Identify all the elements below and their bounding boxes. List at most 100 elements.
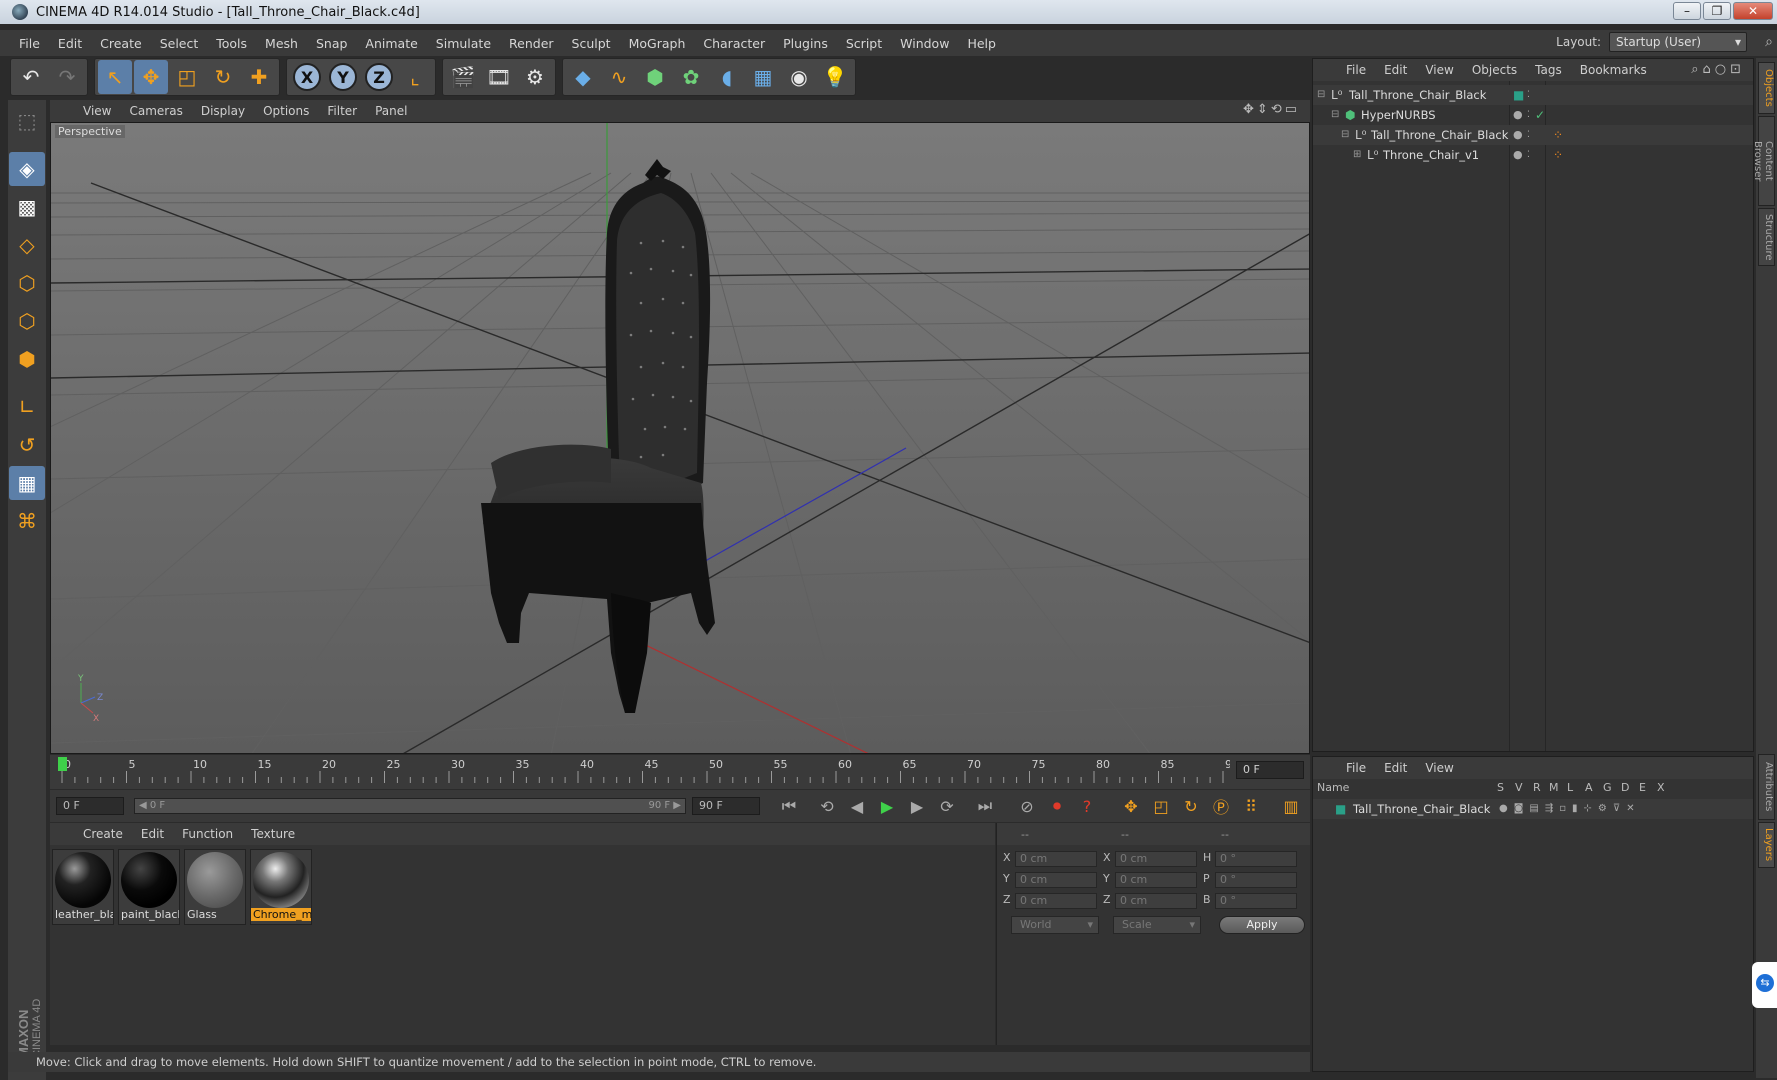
close-button[interactable]: ✕ — [1733, 2, 1773, 20]
menu-help[interactable]: Help — [958, 36, 1005, 51]
collapse-icon[interactable]: ⊟ — [1317, 85, 1325, 105]
keyframe-selection-icon[interactable]: ? — [1074, 793, 1100, 819]
menu-mograph[interactable]: MoGraph — [620, 36, 695, 51]
editor-visibility-dot[interactable]: ● — [1513, 105, 1523, 125]
layers-menu-view[interactable]: View — [1416, 761, 1462, 775]
deformer-icon[interactable]: ◖ — [710, 60, 744, 94]
step-forward-icon[interactable]: ▶ — [904, 793, 930, 819]
objects-menu-tags[interactable]: Tags — [1526, 63, 1571, 77]
objects-menu-file[interactable]: File — [1337, 63, 1375, 77]
recent-tools-icon[interactable]: ✚ — [242, 60, 276, 94]
make-editable-icon[interactable]: ⬚ — [9, 104, 45, 138]
rotation-b-field[interactable]: 0 ° — [1215, 893, 1297, 909]
menu-snap[interactable]: Snap — [307, 36, 356, 51]
record-position-icon[interactable]: ✥ — [1118, 793, 1144, 819]
material-menu-function[interactable]: Function — [173, 827, 242, 841]
visibility-dots-icon[interactable]: ⁚ — [1527, 105, 1530, 125]
model-mode-icon[interactable]: ◈ — [9, 152, 45, 186]
viewport-menu-panel[interactable]: Panel — [366, 104, 416, 118]
size-z-field[interactable]: 0 cm — [1115, 893, 1197, 909]
render-settings-icon[interactable]: ⚙ — [518, 60, 552, 94]
axis-x-lock-button[interactable]: X — [290, 60, 324, 94]
editor-visibility-dot[interactable]: ● — [1513, 125, 1523, 145]
material-tag-icon[interactable]: ⁘ — [1553, 145, 1563, 165]
edges-mode-icon[interactable]: ⬡ — [9, 304, 45, 338]
layers-menu-edit[interactable]: Edit — [1375, 761, 1416, 775]
menu-script[interactable]: Script — [837, 36, 891, 51]
size-x-field[interactable]: 0 cm — [1115, 851, 1197, 867]
material-swatch[interactable]: leather_bla — [52, 849, 114, 925]
playhead-marker[interactable] — [58, 757, 67, 771]
goto-prev-key-icon[interactable]: ⟲ — [814, 793, 840, 819]
rotation-p-field[interactable]: 0 ° — [1215, 872, 1297, 888]
size-y-field[interactable]: 0 cm — [1115, 872, 1197, 888]
object-tree-row[interactable]: ⊟ L⁰ Tall_Throne_Chair_Black ● ⁚ ⁘ — [1313, 125, 1753, 145]
goto-end-icon[interactable]: ⏭ — [972, 793, 998, 819]
menu-character[interactable]: Character — [694, 36, 774, 51]
menu-tools[interactable]: Tools — [207, 36, 256, 51]
material-swatch-selected[interactable]: Chrome_m — [250, 849, 312, 925]
menu-mesh[interactable]: Mesh — [256, 36, 307, 51]
material-swatch[interactable]: paint_blacl — [118, 849, 180, 925]
apply-button[interactable]: Apply — [1219, 916, 1305, 934]
search-icon[interactable]: ⌕ — [1765, 34, 1773, 50]
menu-file[interactable]: File — [10, 36, 49, 51]
autokeying-icon[interactable]: ⏺ — [1044, 793, 1070, 819]
enabled-check-icon[interactable]: ✓ — [1535, 105, 1545, 125]
array-icon[interactable]: ✿ — [674, 60, 708, 94]
object-tree-row[interactable]: ⊟ ⬢ HyperNURBS ● ⁚ ✓ — [1313, 105, 1753, 125]
record-rotation-icon[interactable]: ↻ — [1178, 793, 1204, 819]
max-frame-field[interactable]: 90 F — [692, 797, 760, 815]
menu-window[interactable]: Window — [891, 36, 958, 51]
material-menu-texture[interactable]: Texture — [242, 827, 304, 841]
points-mode-icon[interactable]: ⬡ — [9, 266, 45, 300]
record-keys-icon[interactable]: ⊘ — [1014, 793, 1040, 819]
visibility-dots-icon[interactable]: ⁚ — [1527, 125, 1530, 145]
scale-tool-icon[interactable]: ◰ — [170, 60, 204, 94]
objects-menu-bookmarks[interactable]: Bookmarks — [1571, 63, 1656, 77]
record-parameter-icon[interactable]: Ⓟ — [1208, 793, 1234, 819]
undo-icon[interactable]: ↶ — [14, 60, 48, 94]
material-swatch[interactable]: Glass — [184, 849, 246, 925]
axis-mode-icon[interactable]: ∟ — [9, 390, 45, 424]
perspective-viewport[interactable]: Y Z X Perspective — [50, 122, 1310, 754]
visibility-dots-icon[interactable]: ⁚ — [1527, 85, 1530, 105]
goto-next-key-icon[interactable]: ⟳ — [934, 793, 960, 819]
position-y-field[interactable]: 0 cm — [1015, 872, 1097, 888]
play-forward-icon[interactable]: ▶ — [874, 793, 900, 819]
rotation-h-field[interactable]: 0 ° — [1215, 851, 1297, 867]
visibility-dots-icon[interactable]: ⁚ — [1527, 145, 1530, 165]
menu-create[interactable]: Create — [91, 36, 151, 51]
snap-icon[interactable]: ▦ — [9, 466, 45, 500]
layer-color-icon[interactable]: ■ — [1513, 85, 1524, 105]
frame-range-slider[interactable]: ◀ 0 F 90 F ▶ — [134, 798, 686, 814]
texture-mode-icon[interactable]: ▩ — [9, 190, 45, 224]
layer-row[interactable]: ■ Tall_Throne_Chair_Black ●◙▤⇶▫▮⊹⚙⊽✕ — [1313, 799, 1753, 819]
position-z-field[interactable]: 0 cm — [1015, 893, 1097, 909]
layer-color-icon[interactable]: ■ — [1335, 799, 1346, 819]
material-menu-edit[interactable]: Edit — [132, 827, 173, 841]
min-frame-field[interactable]: 0 F — [56, 797, 124, 815]
record-scale-icon[interactable]: ◰ — [1148, 793, 1174, 819]
expand-icon[interactable]: ⊞ — [1353, 145, 1361, 165]
coordinate-mode-dropdown[interactable]: Scale — [1113, 916, 1201, 934]
object-manager-tools-icons[interactable]: ⌕⌂○⊡ — [1691, 62, 1745, 77]
material-tag-icon[interactable]: ⁘ — [1553, 125, 1563, 145]
axis-y-lock-button[interactable]: Y — [326, 60, 360, 94]
position-x-field[interactable]: 0 cm — [1015, 851, 1097, 867]
tab-objects[interactable]: Objects — [1758, 62, 1775, 114]
workplane-lock-icon[interactable]: ⌘ — [9, 504, 45, 538]
cube-primitive-icon[interactable]: ◆ — [566, 60, 600, 94]
viewport-menu-options[interactable]: Options — [254, 104, 318, 118]
menu-animate[interactable]: Animate — [356, 36, 426, 51]
menu-sculpt[interactable]: Sculpt — [563, 36, 620, 51]
live-selection-icon[interactable]: ↖ — [98, 60, 132, 94]
viewport-menu-filter[interactable]: Filter — [318, 104, 366, 118]
objects-menu-edit[interactable]: Edit — [1375, 63, 1416, 77]
render-view-icon[interactable]: 🎬 — [446, 60, 480, 94]
redo-icon[interactable]: ↷ — [50, 60, 84, 94]
viewport-menu-view[interactable]: View — [74, 104, 120, 118]
layers-menu-file[interactable]: File — [1337, 761, 1375, 775]
tweak-mode-icon[interactable]: ↺ — [9, 428, 45, 462]
axis-z-lock-button[interactable]: Z — [362, 60, 396, 94]
